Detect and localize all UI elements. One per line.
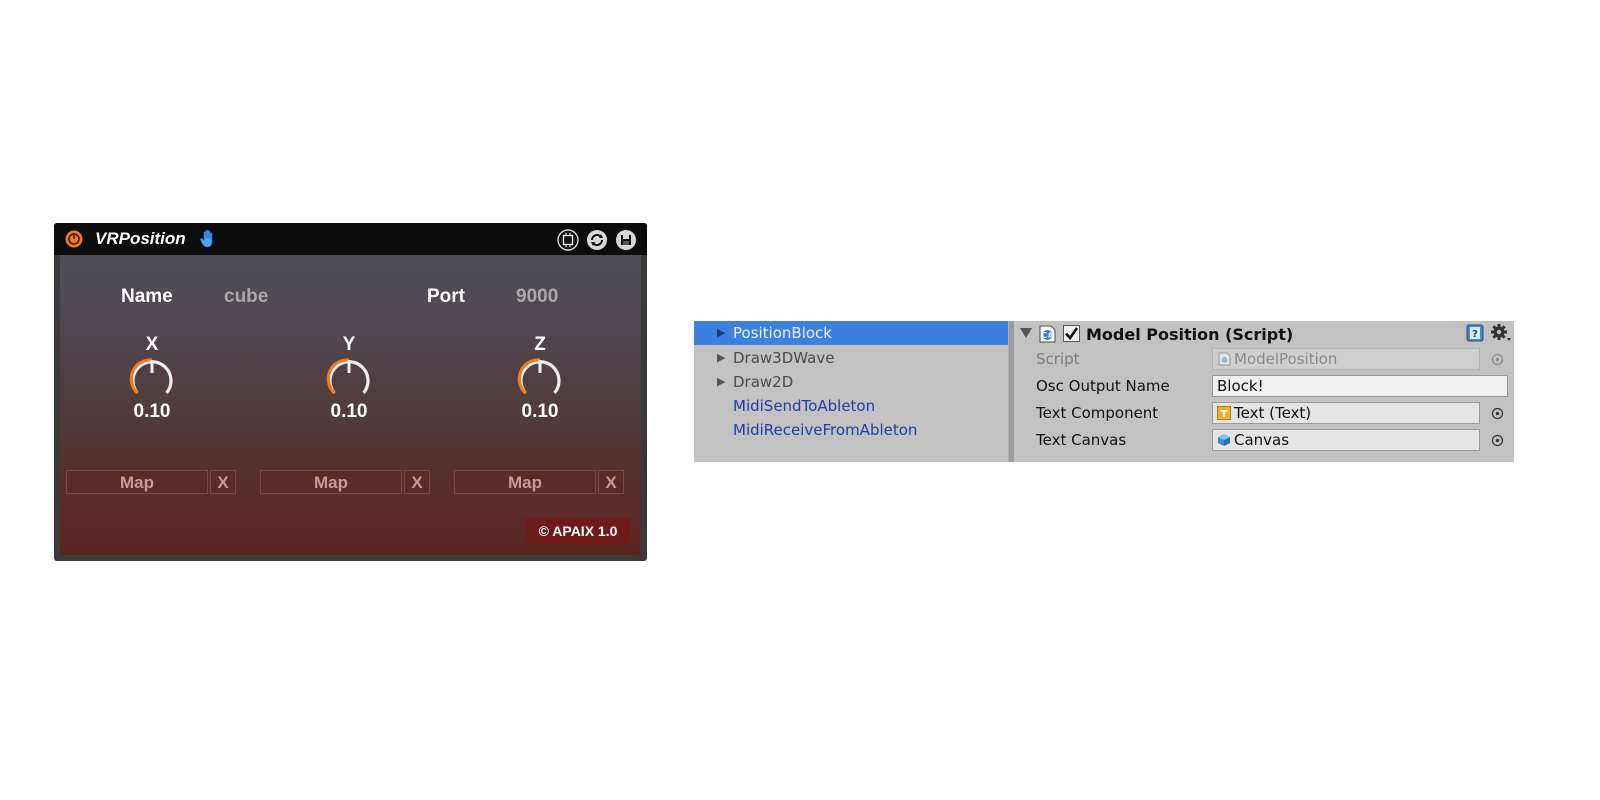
map-button-y[interactable]: Map [260, 470, 402, 494]
hierarchy-panel: ▶ PositionBlock ▶ Draw3DWave ▶ Draw2D Mi… [694, 321, 1008, 462]
field-value: Canvas [1234, 431, 1290, 449]
device-title: VRPosition [95, 229, 186, 248]
save-icon[interactable] [615, 229, 637, 251]
map-button-z[interactable]: Map [454, 470, 596, 494]
svg-text:C#: C# [1041, 331, 1054, 340]
knob-y-label: Y [342, 334, 356, 355]
inspector-panel: C# Model Position (Script) ? Script Mode… [1014, 321, 1514, 462]
port-label: Port [427, 286, 465, 307]
expand-arrow-icon[interactable]: ▶ [717, 346, 725, 370]
knob-y-value: 0.10 [330, 401, 368, 422]
text-canvas-field[interactable]: Canvas [1212, 429, 1480, 451]
hierarchy-item-label: PositionBlock [733, 324, 832, 342]
enabled-checkbox[interactable] [1063, 325, 1080, 342]
knob-x-label: X [145, 334, 159, 355]
expand-arrow-icon[interactable]: ▶ [717, 370, 725, 394]
svg-text:T: T [1221, 409, 1228, 420]
unity-editor-panels: ▶ PositionBlock ▶ Draw3DWave ▶ Draw2D Mi… [694, 321, 1514, 462]
device-body: Name cube Port 9000 X 0.10 Y 0.10 Z 0.10… [60, 255, 641, 555]
clear-map-button-z[interactable]: X [598, 470, 624, 494]
component-header: C# Model Position (Script) ? [1014, 321, 1514, 347]
clear-map-button-x[interactable]: X [210, 470, 236, 494]
foldout-arrow-icon[interactable] [1020, 327, 1032, 339]
field-label: Text Component [1036, 404, 1159, 422]
field-row-osc-output-name: Osc Output Name Block! [1014, 374, 1514, 400]
hierarchy-item-midisendtoableton[interactable]: MidiSendToAbleton [694, 394, 1008, 418]
hierarchy-item-label: Draw3DWave [733, 349, 835, 367]
field-row-script: Script ModelPosition [1014, 347, 1514, 373]
hot-swap-icon[interactable] [557, 229, 579, 251]
name-value[interactable]: cube [224, 286, 268, 308]
hierarchy-item-label: MidiSendToAbleton [733, 397, 876, 415]
hand-icon [199, 229, 213, 248]
hierarchy-item-draw3dwave[interactable]: ▶ Draw3DWave [694, 346, 1008, 370]
expand-arrow-icon[interactable]: ▶ [717, 321, 725, 345]
text-component-field[interactable]: T Text (Text) [1212, 402, 1480, 424]
hierarchy-item-midireceivefromableton[interactable]: MidiReceiveFromAbleton [694, 418, 1008, 442]
name-label: Name [121, 286, 173, 307]
gear-icon[interactable] [1490, 323, 1512, 343]
knob-z[interactable] [514, 354, 566, 398]
vrposition-device: VRPosition Name cube Port 9000 X 0.10 Y … [54, 223, 647, 561]
field-row-text-canvas: Text Canvas Canvas [1014, 428, 1514, 454]
clear-map-button-y[interactable]: X [404, 470, 430, 494]
knob-z-label: Z [534, 334, 546, 355]
component-title: Model Position (Script) [1086, 325, 1294, 344]
hierarchy-item-positionblock[interactable]: ▶ PositionBlock [694, 321, 1008, 345]
knob-y[interactable] [323, 354, 375, 398]
object-picker-icon[interactable] [1491, 434, 1504, 447]
knob-x[interactable] [126, 354, 178, 398]
device-titlebar: VRPosition [54, 223, 647, 255]
svg-text:?: ? [1472, 329, 1478, 340]
copyright-badge: © APAIX 1.0 [526, 518, 630, 544]
knob-z-value: 0.10 [521, 401, 559, 422]
script-asset-icon [1218, 352, 1231, 366]
knob-x-value: 0.10 [133, 401, 171, 422]
field-label: Script [1036, 350, 1080, 368]
object-picker-icon[interactable] [1491, 407, 1504, 420]
script-field[interactable]: ModelPosition [1212, 348, 1480, 370]
help-book-icon[interactable]: ? [1466, 324, 1484, 342]
power-icon[interactable] [65, 230, 83, 248]
hierarchy-item-draw2d[interactable]: ▶ Draw2D [694, 370, 1008, 394]
text-component-icon: T [1217, 406, 1231, 420]
refresh-icon[interactable] [586, 229, 608, 251]
field-value: ModelPosition [1234, 350, 1338, 368]
object-picker-icon[interactable] [1491, 353, 1504, 366]
csharp-script-icon: C# [1039, 325, 1056, 343]
port-value[interactable]: 9000 [516, 286, 558, 308]
field-value: Text (Text) [1234, 404, 1312, 422]
hierarchy-item-label: MidiReceiveFromAbleton [733, 421, 918, 439]
gameobject-cube-icon [1218, 434, 1230, 446]
osc-output-name-input[interactable]: Block! [1212, 375, 1508, 397]
field-label: Osc Output Name [1036, 377, 1170, 395]
field-row-text-component: Text Component T Text (Text) [1014, 401, 1514, 427]
map-button-x[interactable]: Map [66, 470, 208, 494]
hierarchy-item-label: Draw2D [733, 373, 794, 391]
field-label: Text Canvas [1036, 431, 1127, 449]
